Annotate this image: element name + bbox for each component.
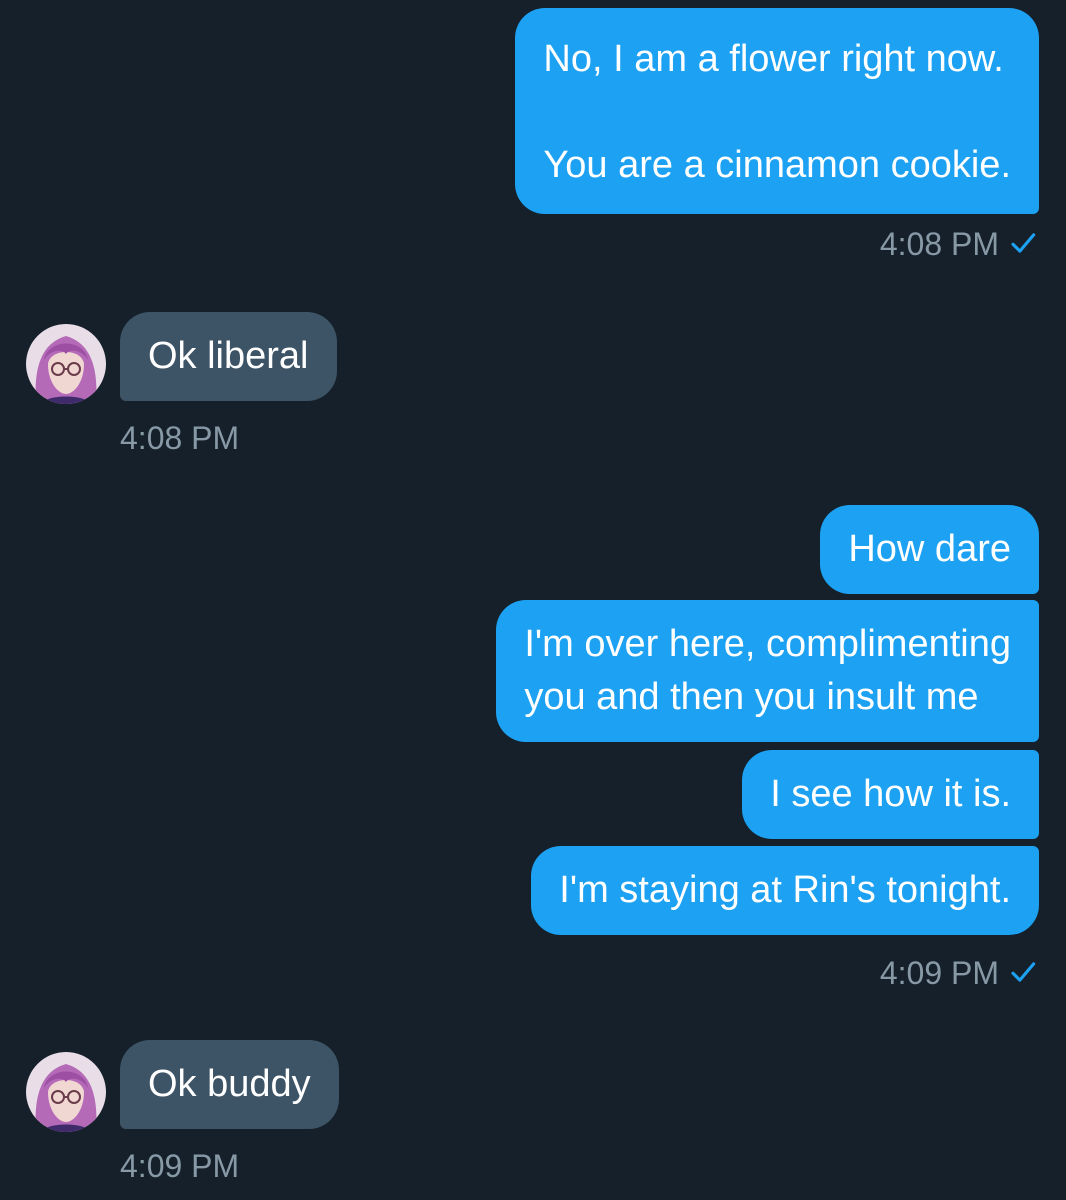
message-timestamp: 4:08 PM [879, 226, 999, 262]
message-timestamp: 4:09 PM [120, 1148, 240, 1184]
checkmark-icon [1011, 233, 1036, 253]
sent-message-bubble[interactable]: I'm staying at Rin's tonight. [531, 846, 1039, 935]
message-timestamp: 4:08 PM [120, 420, 240, 456]
avatar[interactable] [26, 1052, 106, 1132]
message-timestamp: 4:09 PM [879, 955, 999, 991]
sent-message-bubble[interactable]: I see how it is. [742, 750, 1039, 839]
sent-message-bubble[interactable]: No, I am a flower right now. You are a c… [515, 8, 1039, 214]
checkmark-icon [1011, 962, 1036, 982]
avatar[interactable] [26, 324, 106, 404]
received-message-bubble[interactable]: Ok liberal [120, 312, 337, 401]
received-message-bubble[interactable]: Ok buddy [120, 1040, 339, 1129]
sent-message-bubble[interactable]: I'm over here, complimenting you and the… [496, 600, 1039, 742]
sent-message-bubble[interactable]: How dare [820, 505, 1039, 594]
